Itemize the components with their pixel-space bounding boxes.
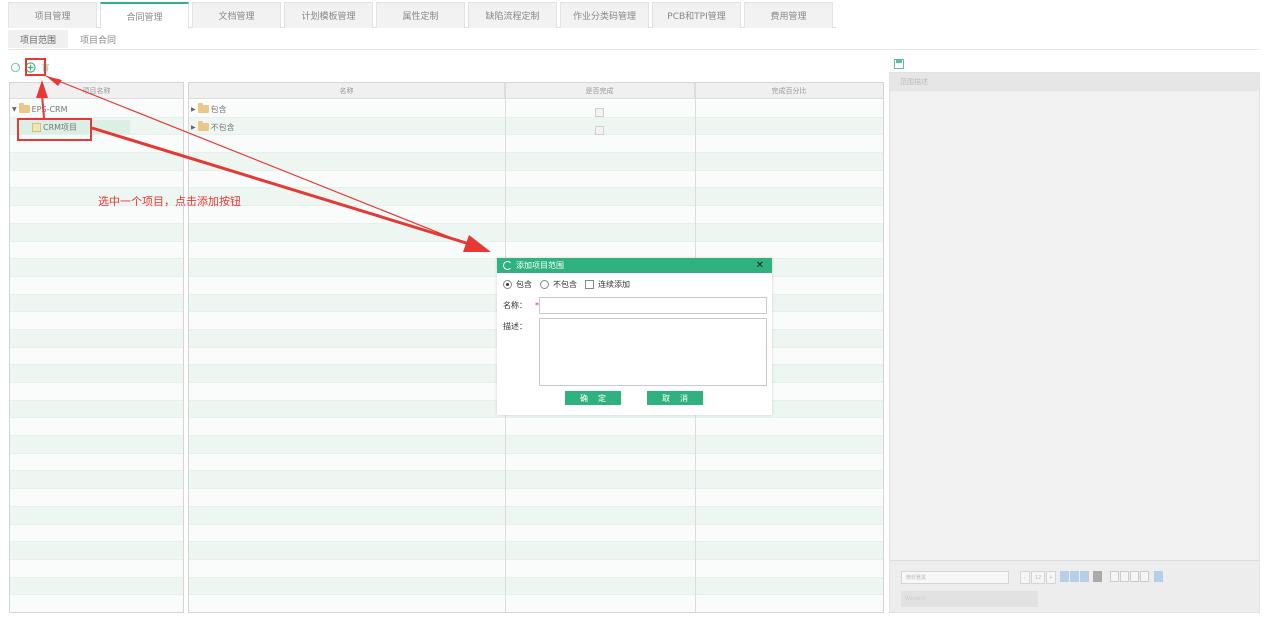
row-name: 包含 <box>210 104 227 114</box>
font-family-select[interactable]: 微软雅黑 <box>901 571 1009 584</box>
continuous-add-checkbox[interactable] <box>585 280 594 289</box>
tab-cost-management[interactable]: 费用管理 <box>744 2 833 28</box>
tab-pcb-tpi-management[interactable]: PCB和TPI管理 <box>652 2 741 28</box>
include-radio[interactable] <box>503 280 512 289</box>
tab-plan-template-management[interactable]: 计划模板管理 <box>284 2 373 28</box>
expand-triangle-icon[interactable]: ▼ <box>12 106 17 113</box>
annotation-text: 选中一个项目，点击添加按钮 <box>98 195 241 208</box>
underline-button[interactable] <box>1080 571 1089 582</box>
folder-icon <box>197 103 209 113</box>
col-header-done[interactable]: 是否完成 <box>505 83 695 98</box>
divider <box>8 49 1260 50</box>
desc-label: 描述： <box>503 322 527 331</box>
decrease-size-button[interactable]: - <box>1020 571 1030 584</box>
grid-header: 名称 是否完成 完成百分比 <box>189 83 883 99</box>
tab-activity-code-management[interactable]: 作业分类码管理 <box>560 2 649 28</box>
bold-button[interactable] <box>1060 571 1069 582</box>
font-size-select[interactable]: 12 <box>1031 571 1045 584</box>
continuous-add-label: 连续添加 <box>598 280 630 289</box>
col-header-name[interactable]: 名称 <box>189 83 505 98</box>
grid-row-exclude[interactable]: ▶ 不包含 <box>191 120 235 134</box>
description-field[interactable] <box>539 318 767 386</box>
expand-triangle-icon[interactable]: ▶ <box>191 106 196 113</box>
image-button[interactable] <box>1154 571 1163 582</box>
scope-description-panel: 范围描述 微软雅黑 - 12 + Words:0 <box>889 72 1260 613</box>
expand-triangle-icon[interactable]: ▶ <box>191 124 196 131</box>
color-button[interactable] <box>1093 571 1102 582</box>
tree-header-label: 项目名称 <box>82 86 111 95</box>
exclude-label: 不包含 <box>553 280 577 289</box>
done-checkbox[interactable] <box>595 108 604 117</box>
project-tree-panel: 项目名称 ▼ EPS-CRM CRM项目 <box>9 82 184 613</box>
grid-row-include[interactable]: ▶ 包含 <box>191 102 227 116</box>
tab-defect-workflow[interactable]: 缺陷流程定制 <box>468 2 557 28</box>
dialog-options: 包含 不包含 连续添加 <box>503 279 630 290</box>
name-label-text: 名称： <box>503 301 527 310</box>
description-header: 范围描述 <box>890 73 1259 91</box>
align-center-button[interactable] <box>1120 571 1129 582</box>
list-button[interactable] <box>1140 571 1149 582</box>
main-tab-bar: 项目管理 合同管理 文档管理 计划模板管理 属性定制 缺陷流程定制 作业分类码管… <box>8 2 836 29</box>
include-label: 包含 <box>516 280 532 289</box>
annotation-highlight-add <box>25 58 46 76</box>
word-count: Words:0 <box>901 591 1038 607</box>
italic-button[interactable] <box>1070 571 1079 582</box>
add-scope-dialog: 添加项目范围 ✕ 包含 不包含 连续添加 名称： * 描述： 确定 取消 <box>497 258 772 415</box>
dialog-titlebar: 添加项目范围 ✕ <box>497 258 772 273</box>
confirm-button[interactable]: 确定 <box>565 391 621 405</box>
close-icon[interactable]: ✕ <box>756 259 764 272</box>
editor-toolbar: 微软雅黑 - 12 + Words:0 <box>890 560 1259 612</box>
name-label: 名称： * <box>503 300 539 311</box>
tab-contract-management[interactable]: 合同管理 <box>100 2 189 29</box>
exclude-radio[interactable] <box>540 280 549 289</box>
save-icon[interactable] <box>894 59 904 69</box>
done-checkbox[interactable] <box>595 126 604 135</box>
align-left-button[interactable] <box>1110 571 1119 582</box>
tree-node-label: EPS-CRM <box>31 104 68 114</box>
name-field[interactable] <box>539 297 767 314</box>
tab-project-management[interactable]: 项目管理 <box>8 2 97 28</box>
tree-rows <box>10 100 183 612</box>
row-name: 不包含 <box>210 122 235 132</box>
app-logo-icon <box>503 261 512 270</box>
align-right-button[interactable] <box>1130 571 1139 582</box>
tab-attribute-customization[interactable]: 属性定制 <box>376 2 465 28</box>
tab-project-scope[interactable]: 项目范围 <box>8 30 69 48</box>
tree-node-eps-crm[interactable]: ▼ EPS-CRM <box>12 102 68 116</box>
folder-icon <box>197 121 209 131</box>
tree-header: 项目名称 <box>10 83 183 99</box>
refresh-icon[interactable] <box>10 62 21 73</box>
annotation-highlight-project <box>17 118 92 141</box>
sub-tab-bar: 项目范围 项目合同 <box>8 30 128 48</box>
cancel-button[interactable]: 取消 <box>647 391 703 405</box>
tab-project-contract[interactable]: 项目合同 <box>68 30 128 48</box>
increase-size-button[interactable]: + <box>1046 571 1056 584</box>
description-editor[interactable] <box>891 92 1258 560</box>
dialog-title: 添加项目范围 <box>516 261 564 270</box>
folder-icon <box>18 103 30 113</box>
col-header-percent[interactable]: 完成百分比 <box>695 83 883 98</box>
tab-document-management[interactable]: 文档管理 <box>192 2 281 28</box>
